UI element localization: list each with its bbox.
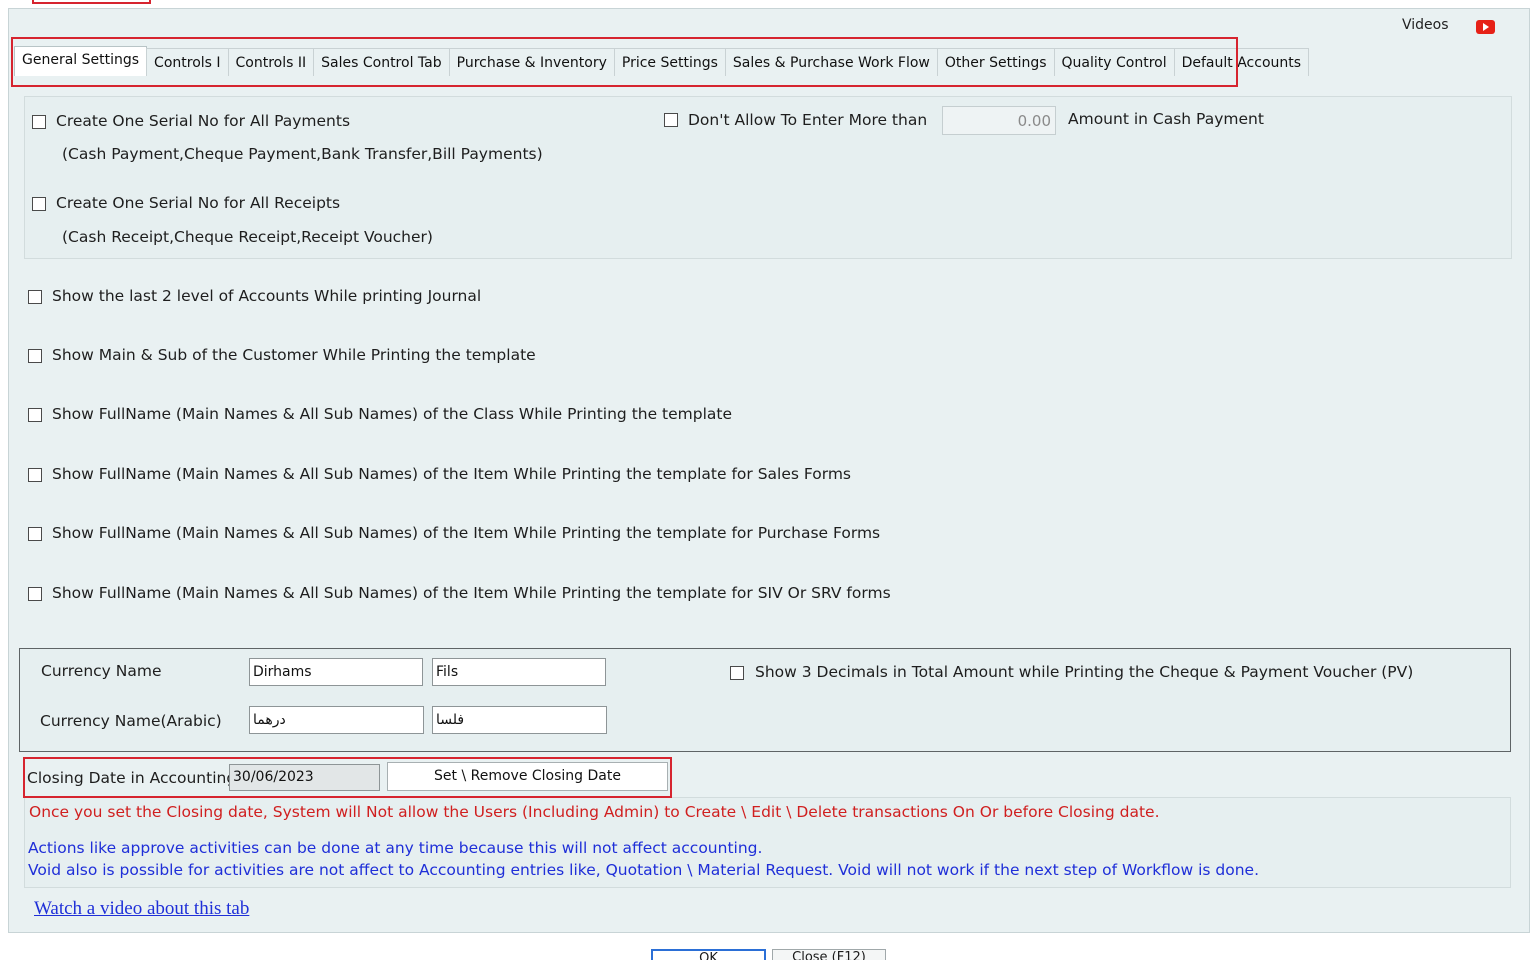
dialog-footer [0,933,1536,960]
print-option-label-3: Show FullName (Main Names & All Sub Name… [52,405,733,423]
amount-suffix-label: Amount in Cash Payment [1068,110,1264,128]
watch-video-link[interactable]: Watch a video about this tab [34,898,249,920]
serial-receipts-note: (Cash Receipt,Cheque Receipt,Receipt Vou… [62,228,433,246]
print-option-label-4: Show FullName (Main Names & All Sub Name… [52,465,851,483]
currency-arabic-main-input[interactable]: درهما [249,706,424,734]
print-option-checkbox-2[interactable] [28,349,42,363]
print-option-label-1: Show the last 2 level of Accounts While … [52,287,482,305]
highlight-box-top [32,0,151,4]
dont-allow-checkbox[interactable] [664,113,678,127]
currency-name-label: Currency Name [41,662,162,680]
youtube-play-icon[interactable] [1476,20,1495,34]
print-option-label-2: Show Main & Sub of the Customer While Pr… [52,346,536,364]
print-option-checkbox-5[interactable] [28,527,42,541]
serial-payments-note: (Cash Payment,Cheque Payment,Bank Transf… [62,145,543,163]
closing-info-line-1: Actions like approve activities can be d… [28,839,763,857]
print-option-checkbox-3[interactable] [28,408,42,422]
serial-receipts-label: Create One Serial No for All Receipts [56,194,341,212]
cash-amount-input[interactable]: 0.00 [942,106,1056,135]
currency-arabic-sub-input[interactable]: فلسا [432,706,607,734]
serial-payments-label: Create One Serial No for All Payments [56,112,351,130]
serial-payments-checkbox[interactable] [32,115,46,129]
three-decimals-label: Show 3 Decimals in Total Amount while Pr… [755,663,1414,681]
print-option-checkbox-1[interactable] [28,290,42,304]
currency-name-sub-input[interactable]: Fils [432,658,606,686]
currency-name-main-input[interactable]: Dirhams [249,658,423,686]
currency-arabic-label: Currency Name(Arabic) [40,712,222,730]
print-option-checkbox-4[interactable] [28,468,42,482]
closing-warning-text: Once you set the Closing date, System wi… [29,803,1160,821]
highlight-box-tabs [11,37,1238,87]
closing-info-line-2: Void also is possible for activities are… [28,861,1260,879]
close-button[interactable]: Close (F12) [772,949,886,960]
top-strip [0,0,1536,8]
serial-receipts-checkbox[interactable] [32,197,46,211]
dont-allow-label: Don't Allow To Enter More than [688,111,928,129]
ok-button[interactable]: OK [651,949,766,960]
print-option-checkbox-6[interactable] [28,587,42,601]
three-decimals-checkbox[interactable] [730,666,744,680]
videos-link[interactable]: Videos [1402,17,1449,33]
print-option-label-5: Show FullName (Main Names & All Sub Name… [52,524,881,542]
highlight-box-closing [23,757,672,798]
print-option-label-6: Show FullName (Main Names & All Sub Name… [52,584,891,602]
